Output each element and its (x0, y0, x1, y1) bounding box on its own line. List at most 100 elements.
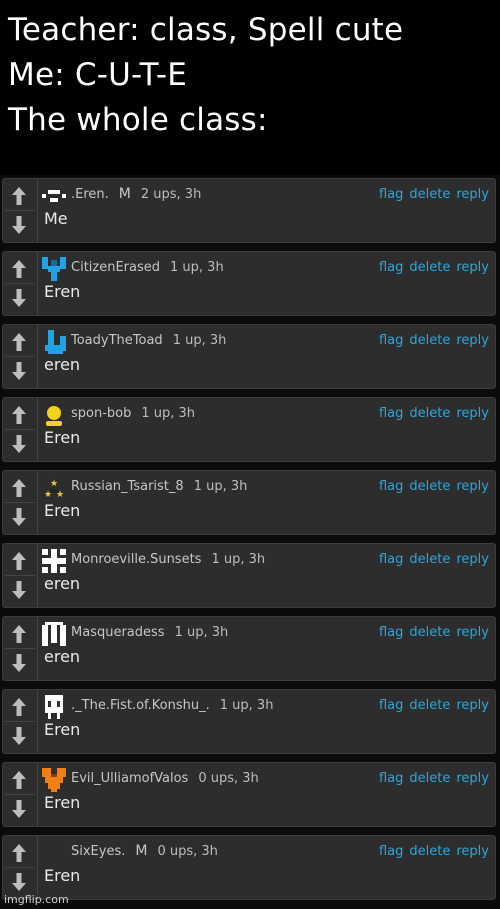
vote-divider (5, 575, 35, 576)
flag-link[interactable]: flag (379, 771, 403, 786)
downvote-arrow-icon[interactable] (6, 577, 32, 603)
stars-triangle-icon[interactable]: ★ ★ ★ (42, 476, 66, 500)
pixel-face-icon[interactable] (42, 184, 66, 208)
reply-link[interactable]: reply (456, 479, 489, 494)
blue-pixel-shield-icon[interactable] (42, 257, 66, 281)
username-link[interactable]: Masqueradess (71, 625, 165, 640)
upvote-arrow-icon[interactable] (6, 767, 32, 793)
upvote-arrow-icon[interactable] (6, 402, 32, 428)
upvote-arrow-icon[interactable] (6, 694, 32, 720)
points-and-age: 1 up, 3h (170, 259, 224, 275)
reply-link[interactable]: reply (456, 625, 489, 640)
reply-link[interactable]: reply (456, 771, 489, 786)
vote-divider (5, 794, 35, 795)
delete-link[interactable]: delete (409, 844, 450, 859)
comment: SixEyes. M 0 ups, 3h flag delete reply E… (2, 835, 496, 900)
reply-link[interactable]: reply (456, 552, 489, 567)
upvote-arrow-icon[interactable] (6, 183, 32, 209)
downvote-arrow-icon[interactable] (6, 212, 32, 238)
white-pixel-mask-icon[interactable] (42, 622, 66, 646)
white-pixel-skull-icon[interactable] (42, 695, 66, 719)
delete-link[interactable]: delete (409, 552, 450, 567)
comment-meta: SixEyes. M 0 ups, 3h (71, 841, 218, 861)
comment-actions: flag delete reply (373, 549, 489, 569)
username-link[interactable]: .Eren. (71, 187, 109, 202)
avatar-placeholder[interactable] (42, 841, 66, 865)
username-link[interactable]: Russian_Tsarist_8 (71, 479, 184, 494)
points-and-age: 1 up, 3h (211, 551, 266, 567)
comment-meta: spon-bob 1 up, 3h (71, 403, 195, 423)
username-link[interactable]: SixEyes. (71, 844, 125, 859)
delete-link[interactable]: delete (409, 333, 450, 348)
comment-actions: flag delete reply (373, 330, 489, 350)
reply-link[interactable]: reply (456, 698, 489, 713)
flag-link[interactable]: flag (379, 187, 403, 202)
reply-link[interactable]: reply (456, 844, 489, 859)
orange-pixel-heart-icon[interactable] (42, 768, 66, 792)
flag-link[interactable]: flag (379, 406, 403, 421)
comment-text: eren (44, 355, 81, 374)
comment-text: Eren (44, 866, 81, 885)
blue-pixel-toad-icon[interactable] (42, 330, 66, 354)
delete-link[interactable]: delete (409, 260, 450, 275)
upvote-arrow-icon[interactable] (6, 621, 32, 647)
comment-text: Eren (44, 428, 81, 447)
comment-text: Me (44, 209, 68, 228)
upvote-arrow-icon[interactable] (6, 256, 32, 282)
username-link[interactable]: CitizenErased (71, 260, 160, 275)
comment: Masqueradess 1 up, 3h flag delete reply … (2, 616, 496, 681)
delete-link[interactable]: delete (409, 625, 450, 640)
upvote-arrow-icon[interactable] (6, 840, 32, 866)
white-pixel-grid-icon[interactable] (42, 549, 66, 573)
comment: CitizenErased 1 up, 3h flag delete reply… (2, 251, 496, 316)
flag-link[interactable]: flag (379, 844, 403, 859)
flag-link[interactable]: flag (379, 552, 403, 567)
vote-divider (5, 210, 35, 211)
username-link[interactable]: spon-bob (71, 406, 131, 421)
flag-link[interactable]: flag (379, 260, 403, 275)
downvote-arrow-icon[interactable] (6, 869, 32, 895)
downvote-arrow-icon[interactable] (6, 504, 32, 530)
yellow-person-icon[interactable] (42, 403, 66, 427)
reply-link[interactable]: reply (456, 260, 489, 275)
delete-link[interactable]: delete (409, 698, 450, 713)
flag-link[interactable]: flag (379, 479, 403, 494)
reply-link[interactable]: reply (456, 187, 489, 202)
points-and-age: 2 ups, 3h (140, 186, 202, 202)
upvote-arrow-icon[interactable] (6, 475, 32, 501)
upvote-arrow-icon[interactable] (6, 329, 32, 355)
downvote-arrow-icon[interactable] (6, 358, 32, 384)
comment-meta: Russian_Tsarist_8 1 up, 3h (71, 476, 247, 496)
flag-link[interactable]: flag (379, 333, 403, 348)
comment: Evil_UlliamofValos 0 ups, 3h flag delete… (2, 762, 496, 827)
comment-actions: flag delete reply (373, 695, 489, 715)
username-link[interactable]: Monroeville.Sunsets (71, 552, 201, 567)
points-and-age: 0 ups, 3h (198, 770, 259, 786)
delete-link[interactable]: delete (409, 771, 450, 786)
caption-line-2: Me: C-U-T-E (8, 57, 188, 93)
downvote-arrow-icon[interactable] (6, 796, 32, 822)
comment-meta: Evil_UlliamofValos 0 ups, 3h (71, 768, 259, 788)
comment-text: Eren (44, 720, 81, 739)
vote-divider (5, 867, 35, 868)
flag-link[interactable]: flag (379, 698, 403, 713)
comment-meta: .Eren. M 2 ups, 3h (71, 184, 201, 204)
reply-link[interactable]: reply (456, 333, 489, 348)
upvote-arrow-icon[interactable] (6, 548, 32, 574)
comment-meta: Monroeville.Sunsets 1 up, 3h (71, 549, 265, 569)
flag-link[interactable]: flag (379, 625, 403, 640)
downvote-arrow-icon[interactable] (6, 650, 32, 676)
username-link[interactable]: Evil_UlliamofValos (71, 771, 188, 786)
username-link[interactable]: ToadyTheToad (71, 333, 163, 348)
watermark: imgflip.com (4, 893, 69, 906)
delete-link[interactable]: delete (409, 406, 450, 421)
downvote-arrow-icon[interactable] (6, 431, 32, 457)
downvote-arrow-icon[interactable] (6, 723, 32, 749)
username-link[interactable]: ._The.Fist.of.Konshu_. (71, 698, 210, 713)
delete-link[interactable]: delete (409, 187, 450, 202)
comment-meta: Masqueradess 1 up, 3h (71, 622, 228, 642)
reply-link[interactable]: reply (456, 406, 489, 421)
downvote-arrow-icon[interactable] (6, 285, 32, 311)
delete-link[interactable]: delete (409, 479, 450, 494)
comment-actions: flag delete reply (373, 768, 489, 788)
